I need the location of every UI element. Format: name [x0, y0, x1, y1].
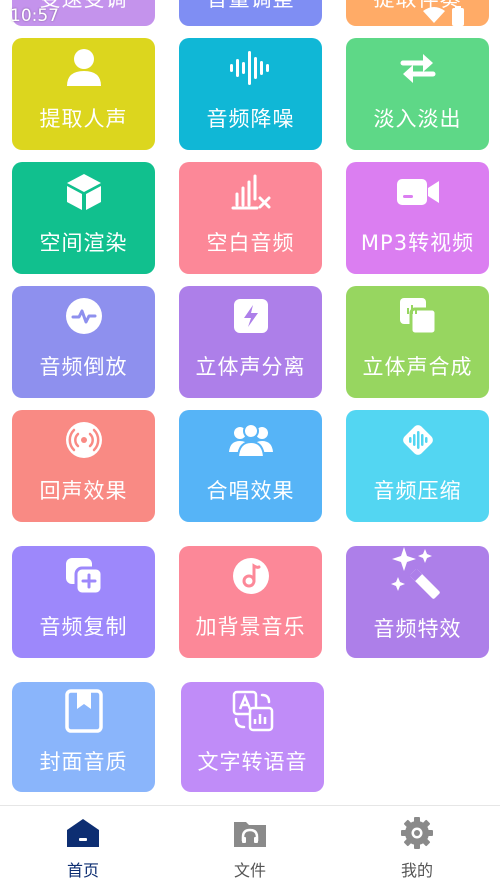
- tile-label: 音频降噪: [206, 107, 295, 131]
- group-icon: [228, 417, 274, 463]
- battery-icon: [452, 6, 464, 26]
- bottom-nav: 首页 文件 我的: [0, 805, 500, 889]
- pulse-icon: [61, 293, 107, 339]
- tile-label: 立体声分离: [195, 355, 306, 379]
- tile-text-to-speech[interactable]: 文字转语音: [181, 682, 324, 792]
- tile-cover-quality[interactable]: 封面音质: [12, 682, 155, 792]
- tile-label: MP3转视频: [360, 231, 475, 255]
- nav-profile[interactable]: 我的: [334, 806, 500, 889]
- nav-label-files: 文件: [233, 861, 266, 880]
- tile-spatial-render[interactable]: 空间渲染: [12, 162, 155, 274]
- status-bar: 10:57: [0, 0, 500, 28]
- tile-label: 加背景音乐: [195, 615, 306, 639]
- tile-audio-copy[interactable]: 音频复制: [12, 546, 155, 658]
- tile-blank-audio[interactable]: 空白音频: [179, 162, 322, 274]
- nav-files[interactable]: 文件: [167, 806, 333, 889]
- tile-label: 音频压缩: [373, 479, 462, 503]
- tile-label: 封面音质: [39, 750, 128, 774]
- video-camera-icon: [395, 169, 441, 215]
- tile-chorus-effect[interactable]: 合唱效果: [179, 410, 322, 522]
- tile-audio-denoise[interactable]: 音频降噪: [179, 38, 322, 150]
- tile-stereo-merge[interactable]: 立体声合成: [346, 286, 489, 398]
- app-screen: 变速变调 音量调整 提取伴奏 提取人声: [0, 0, 500, 889]
- tile-label: 音频复制: [39, 615, 128, 639]
- bookmark-book-icon: [61, 688, 107, 734]
- signal-icon: [423, 7, 445, 23]
- tile-label: 合唱效果: [206, 479, 295, 503]
- status-icons: [422, 6, 464, 26]
- tile-label: 空白音频: [206, 231, 295, 255]
- tile-label: 立体声合成: [362, 355, 473, 379]
- tile-mp3-to-video[interactable]: MP3转视频: [346, 162, 489, 274]
- cube-icon: [61, 169, 107, 215]
- tile-label: 文字转语音: [197, 750, 308, 774]
- nav-label-profile: 我的: [400, 861, 433, 880]
- tile-label: 空间渲染: [39, 231, 128, 255]
- tile-echo-effect[interactable]: 回声效果: [12, 410, 155, 522]
- person-icon: [61, 45, 107, 91]
- stacked-squares-icon: [395, 293, 441, 339]
- tile-audio-compress[interactable]: 音频压缩: [346, 410, 489, 522]
- copy-plus-icon: [61, 553, 107, 599]
- nav-home[interactable]: 首页: [0, 806, 166, 889]
- tool-grid: 变速变调 音量调整 提取伴奏 提取人声: [0, 0, 500, 805]
- lightning-icon: [228, 293, 274, 339]
- magic-wand-icon: [390, 545, 446, 601]
- diamond-wave-icon: [395, 417, 441, 463]
- tile-label: 音频倒放: [39, 355, 128, 379]
- music-disc-icon: [228, 553, 274, 599]
- home-icon: [64, 815, 102, 851]
- tile-label: 淡入淡出: [373, 107, 462, 131]
- tile-add-bgm[interactable]: 加背景音乐: [179, 546, 322, 658]
- waveform-icon: [228, 45, 274, 91]
- status-time: 10:57: [10, 6, 59, 26]
- bars-x-icon: [228, 169, 274, 215]
- tile-label: 回声效果: [39, 479, 128, 503]
- tile-fade-in-out[interactable]: 淡入淡出: [346, 38, 489, 150]
- swap-arrows-icon: [395, 45, 441, 91]
- folder-headphones-icon: [231, 815, 269, 851]
- settings-gear-icon: [398, 815, 436, 851]
- tile-stereo-split[interactable]: 立体声分离: [179, 286, 322, 398]
- text-translate-icon: [230, 688, 276, 734]
- tile-audio-effects[interactable]: 音频特效: [346, 546, 489, 658]
- nav-label-home: 首页: [66, 861, 99, 880]
- tile-extract-vocals[interactable]: 提取人声: [12, 38, 155, 150]
- tile-label: 提取人声: [39, 107, 128, 131]
- tile-audio-reverse[interactable]: 音频倒放: [12, 286, 155, 398]
- broadcast-icon: [61, 417, 107, 463]
- tile-label: 音频特效: [373, 617, 462, 641]
